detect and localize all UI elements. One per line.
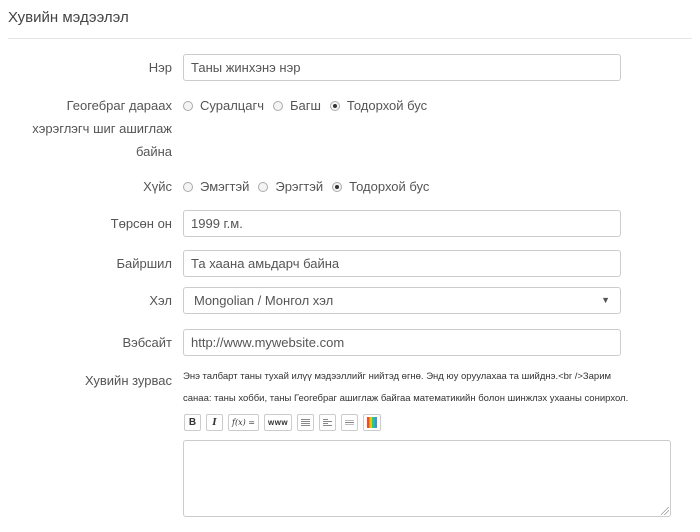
numbered-list-icon[interactable] <box>319 414 337 431</box>
role-option-student[interactable]: Суралцагч <box>183 98 264 113</box>
role-radio-group: Суралцагч Багш Тодорхой бус <box>183 94 436 117</box>
radio-button[interactable] <box>332 181 343 192</box>
radio-button[interactable] <box>329 100 340 111</box>
formula-icon[interactable]: f(x) = <box>228 414 259 431</box>
gender-option-label: Тодорхой бус <box>349 179 430 194</box>
role-option-label: Тодорхой бус <box>346 98 428 113</box>
gender-option-label: Эмэгтэй <box>200 179 250 194</box>
bulleted-list-icon[interactable] <box>297 414 315 431</box>
role-label-line-3: байна <box>135 144 172 159</box>
role-label-line-2: хэрэглэгч шиг ашиглаж <box>32 121 172 136</box>
gender-option-male[interactable]: Эрэгтэй <box>258 179 323 194</box>
name-input[interactable]: Таны жинхэнэ нэр <box>183 54 621 81</box>
role-option-teacher[interactable]: Багш <box>272 98 321 113</box>
gender-option-female[interactable]: Эмэгтэй <box>183 179 249 194</box>
horizontal-rule-icon[interactable] <box>341 414 359 431</box>
bio-textarea[interactable] <box>183 440 671 517</box>
role-label: Геогебраг дараах хэрэглэгч шиг ашиглаж б… <box>32 94 172 163</box>
radio-button[interactable] <box>258 181 269 192</box>
birth-year-input[interactable]: 1999 г.м. <box>183 210 621 237</box>
bio-editor-toolbar: B I f(x) = www <box>184 414 386 431</box>
language-select[interactable]: Mongolian / Монгол хэл ▼ <box>183 287 621 314</box>
chevron-down-icon: ▼ <box>601 295 610 305</box>
section-divider <box>8 38 692 39</box>
section-title: Хувийн мэдээлэл <box>8 9 129 26</box>
italic-icon[interactable]: I <box>206 414 223 431</box>
color-icon[interactable] <box>363 414 382 431</box>
location-input[interactable]: Та хаана амьдарч байна <box>183 250 621 277</box>
language-select-value: Mongolian / Монгол хэл <box>194 293 334 308</box>
name-label: Нэр <box>148 60 172 75</box>
role-option-unspecified[interactable]: Тодорхой бус <box>329 98 428 113</box>
location-label: Байршил <box>116 256 172 271</box>
radio-button[interactable] <box>183 181 193 192</box>
gender-radio-group: Эмэгтэй Эрэгтэй Тодорхой бус <box>183 175 438 198</box>
role-option-label: Багш <box>289 98 321 113</box>
birth-year-label: Төрсөн он <box>110 216 172 231</box>
link-icon[interactable]: www <box>263 414 293 431</box>
role-option-label: Суралцагч <box>200 98 264 113</box>
bio-label: Хувийн зурвас <box>85 373 172 388</box>
bold-icon[interactable]: B <box>184 414 201 431</box>
radio-button[interactable] <box>183 100 193 111</box>
gender-label: Хүйс <box>143 179 172 194</box>
gender-option-unspecified[interactable]: Тодорхой бус <box>332 179 429 194</box>
gender-option-label: Эрэгтэй <box>275 179 324 194</box>
website-label: Вэбсайт <box>122 335 172 350</box>
radio-button[interactable] <box>272 100 283 111</box>
bio-hint-line-2: санаа: таны хобби, таны Геогебраг ашигла… <box>183 393 629 404</box>
bio-hint: Энэ талбарт таны тухай илүү мэдээллийг н… <box>183 366 683 410</box>
language-label: Хэл <box>149 293 172 308</box>
bio-hint-line-1: Энэ талбарт таны тухай илүү мэдээллийг н… <box>183 371 612 382</box>
role-label-line-1: Геогебраг дараах <box>66 98 172 113</box>
website-input[interactable]: http://www.mywebsite.com <box>183 329 621 356</box>
resize-handle[interactable] <box>661 507 669 515</box>
